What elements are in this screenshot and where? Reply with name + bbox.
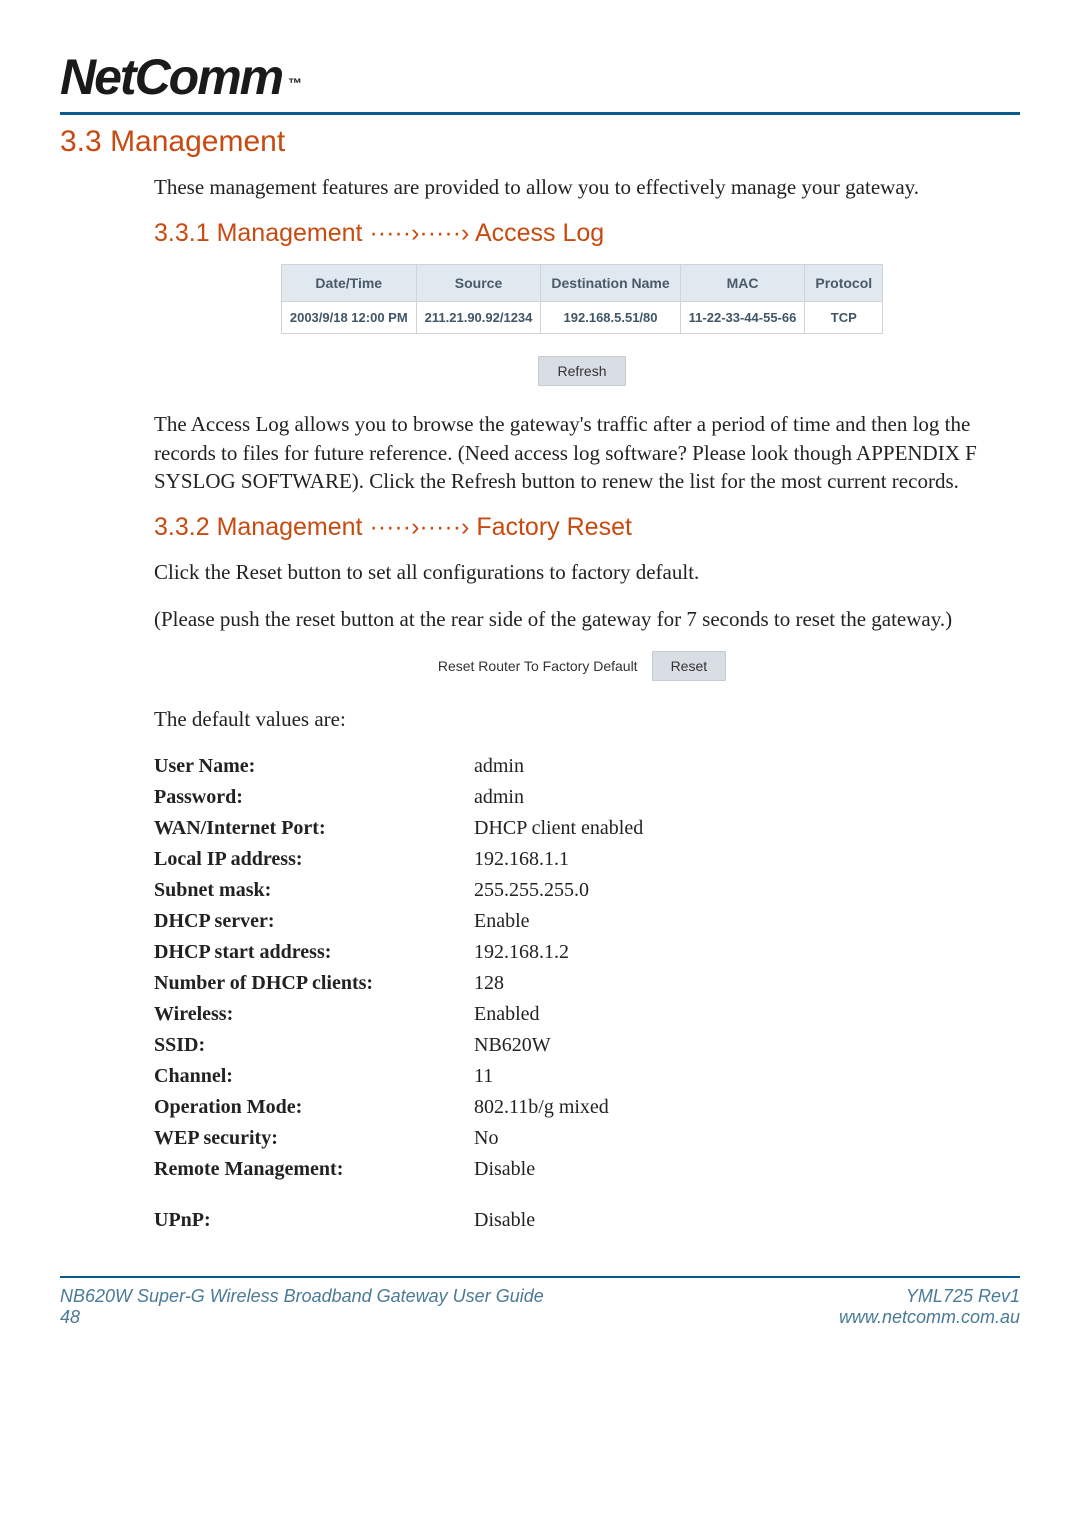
col-date: Date/Time [281,265,416,302]
col-dest: Destination Name [541,265,680,302]
reset-label: Reset Router To Factory Default [438,658,638,674]
footer-guide-title: NB620W Super-G Wireless Broadband Gatewa… [60,1286,544,1307]
default-row: WAN/Internet Port:DHCP client enabled [154,813,643,844]
access-log-table: Date/Time Source Destination Name MAC Pr… [281,264,883,334]
factory-paragraph-1: Click the Reset button to set all config… [154,558,1010,586]
sub-label-a: Management [217,219,363,247]
sub-label-b: Access Log [475,219,604,247]
col-proto: Protocol [805,265,883,302]
default-key: Channel: [154,1061,474,1092]
table-header-row: Date/Time Source Destination Name MAC Pr… [281,265,882,302]
default-key: User Name: [154,751,474,782]
footer-revision: YML725 Rev1 [839,1286,1020,1307]
default-val: 802.11b/g mixed [474,1092,643,1123]
default-val: NB620W [474,1030,643,1061]
default-key: Number of DHCP clients: [154,968,474,999]
intro-paragraph: These management features are provided t… [154,173,1010,201]
sub-number: 3.3.1 [154,219,210,247]
default-row: SSID:NB620W [154,1030,643,1061]
defaults-intro: The default values are: [154,705,1010,733]
header-rule [60,112,1020,115]
default-val: 192.168.1.2 [474,937,643,968]
default-key: Password: [154,782,474,813]
default-row: Operation Mode:802.11b/g mixed [154,1092,643,1123]
default-key: WAN/Internet Port: [154,813,474,844]
reset-row: Reset Router To Factory Default Reset [154,651,1010,681]
section-number: 3.3 [60,125,102,158]
default-val: Enabled [474,999,643,1030]
footer-url: www.netcomm.com.au [839,1307,1020,1328]
cell-source: 211.21.90.92/1234 [416,302,541,334]
default-val: admin [474,751,643,782]
page-footer: NB620W Super-G Wireless Broadband Gatewa… [60,1286,1020,1328]
default-val: DHCP client enabled [474,813,643,844]
default-row: Remote Management:Disable [154,1154,643,1185]
default-val: 128 [474,968,643,999]
default-key: Subnet mask: [154,875,474,906]
default-val: Disable [474,1154,643,1185]
default-key: SSID: [154,1030,474,1061]
default-row: WEP security:No [154,1123,643,1154]
factory-paragraph-2: (Please push the reset button at the rea… [154,605,1010,633]
footer-page-number: 48 [60,1307,544,1328]
default-row: Channel:11 [154,1061,643,1092]
default-val: No [474,1123,643,1154]
section-title: Management [110,125,285,158]
trademark-icon: ™ [288,75,302,91]
access-log-paragraph: The Access Log allows you to browse the … [154,410,1010,495]
sub-label-a: Management [217,513,363,541]
cell-dest: 192.168.5.51/80 [541,302,680,334]
default-row: DHCP start address:192.168.1.2 [154,937,643,968]
default-key: Operation Mode: [154,1092,474,1123]
col-mac: MAC [680,265,805,302]
default-val: 11 [474,1061,643,1092]
default-val: admin [474,782,643,813]
brand-name: NetComm [60,49,282,105]
cell-date: 2003/9/18 12:00 PM [281,302,416,334]
section-heading: 3.3 Management [60,125,1020,159]
default-row: Number of DHCP clients:128 [154,968,643,999]
subsection-access-log: 3.3.1 Management ·····›·····› Access Log [154,219,1010,248]
defaults-table: User Name:admin Password:admin WAN/Inter… [154,751,643,1236]
table-row: 2003/9/18 12:00 PM 211.21.90.92/1234 192… [281,302,882,334]
cell-proto: TCP [805,302,883,334]
default-key: UPnP: [154,1205,474,1236]
default-row: User Name:admin [154,751,643,782]
default-val: 255.255.255.0 [474,875,643,906]
arrow-icon: ·····›·····› [369,219,469,247]
default-row: Subnet mask:255.255.255.0 [154,875,643,906]
reset-button[interactable]: Reset [652,651,727,681]
col-source: Source [416,265,541,302]
default-row: UPnP:Disable [154,1205,643,1236]
default-row: Password:admin [154,782,643,813]
default-row: DHCP server:Enable [154,906,643,937]
default-row: Wireless:Enabled [154,999,643,1030]
default-key: DHCP server: [154,906,474,937]
footer-rule [60,1276,1020,1278]
default-row: Local IP address:192.168.1.1 [154,844,643,875]
subsection-factory-reset: 3.3.2 Management ·····›·····› Factory Re… [154,513,1010,542]
default-val: 192.168.1.1 [474,844,643,875]
default-val: Enable [474,906,643,937]
cell-mac: 11-22-33-44-55-66 [680,302,805,334]
sub-label-b: Factory Reset [476,513,632,541]
default-key: Wireless: [154,999,474,1030]
refresh-button[interactable]: Refresh [538,356,625,386]
default-key: Local IP address: [154,844,474,875]
brand-logo: NetComm ™ [60,48,1020,106]
sub-number: 3.3.2 [154,513,210,541]
default-key: WEP security: [154,1123,474,1154]
default-key: Remote Management: [154,1154,474,1185]
default-key: DHCP start address: [154,937,474,968]
default-val: Disable [474,1205,643,1236]
arrow-icon: ·····›·····› [369,513,469,541]
